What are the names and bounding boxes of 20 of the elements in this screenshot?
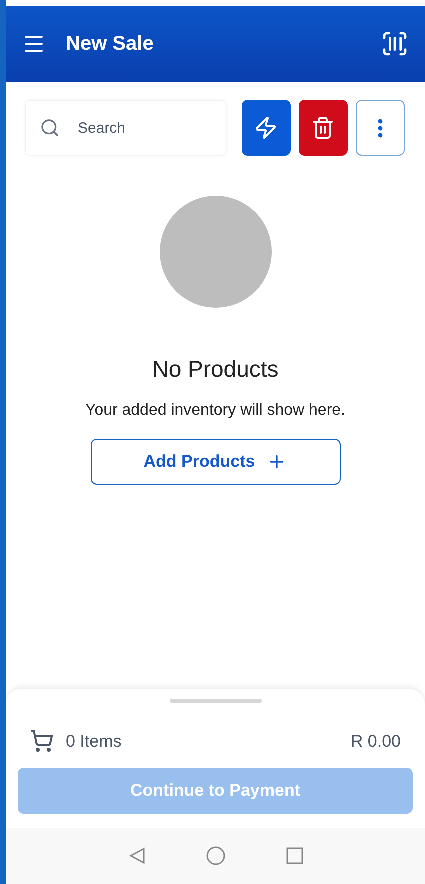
search-icon bbox=[40, 118, 60, 138]
header-title: New Sale bbox=[66, 32, 155, 57]
recents-icon[interactable] bbox=[286, 847, 304, 865]
more-icon bbox=[378, 118, 383, 138]
quick-action-button[interactable] bbox=[242, 100, 291, 156]
trash-icon bbox=[311, 116, 336, 140]
search-field[interactable]: Search bbox=[26, 101, 226, 155]
home-icon[interactable] bbox=[206, 846, 226, 866]
delete-button[interactable] bbox=[298, 100, 348, 156]
empty-message: Your added inventory will show here. bbox=[85, 400, 346, 420]
lightning-icon bbox=[254, 116, 278, 140]
empty-title: No Products bbox=[152, 355, 279, 384]
item-count: 0 Items bbox=[66, 730, 122, 752]
more-button[interactable] bbox=[356, 100, 405, 156]
barcode-scan-icon[interactable] bbox=[381, 30, 409, 58]
back-icon[interactable] bbox=[128, 847, 146, 865]
cart-icon bbox=[30, 729, 54, 754]
cart-total: R 0.00 bbox=[350, 730, 401, 752]
add-products-button[interactable]: Add Products bbox=[90, 438, 340, 484]
drag-handle[interactable] bbox=[170, 698, 262, 702]
